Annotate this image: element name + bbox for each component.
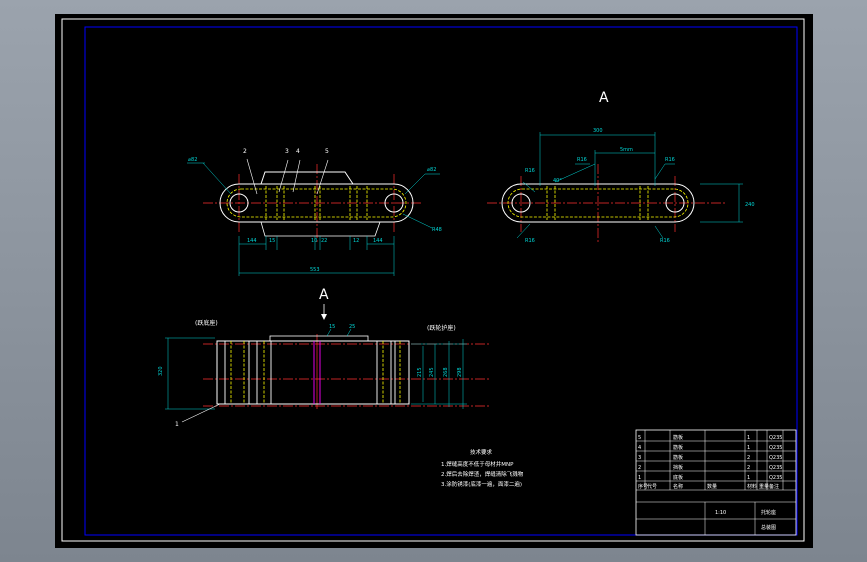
dim-a-inner: 5mm — [620, 147, 633, 153]
title-block: 5 筋板 1 Q235 4 筋板 1 Q235 3 筋板 2 Q235 2 挡板 2 Q235 1 底板 1 Q235… — [635, 429, 797, 536]
parts-cell-r3-c6: Q235 — [769, 465, 782, 471]
sheet-outer-frame — [61, 18, 805, 542]
parts-header-1: 代号 — [647, 483, 657, 490]
drawing-subtitle: 总装图 — [761, 524, 776, 531]
parts-cell-r2-c2: 筋板 — [673, 454, 683, 461]
parts-cell-r1-c6: Q235 — [769, 445, 782, 451]
balloon-4: 4 — [296, 148, 300, 155]
parts-cell-r2-c0: 3 — [638, 455, 641, 461]
dim-overall: 553 — [310, 267, 320, 273]
dim-a-r4: R16 — [525, 238, 535, 244]
parts-header-4: 材料 — [747, 483, 757, 490]
dim-front-h4: 298 — [457, 367, 463, 377]
parts-cell-r3-c0: 2 — [638, 465, 641, 471]
dim-d3: 10 — [311, 238, 317, 244]
dim-hole-right: ⌀82 — [427, 167, 436, 173]
parts-cell-r4-c4: 1 — [747, 475, 750, 481]
dim-front-h1: 215 — [417, 367, 423, 377]
parts-cell-r4-c6: Q235 — [769, 475, 782, 481]
parts-cell-r0-c6: Q235 — [769, 435, 782, 441]
dim-front-top1: 15 — [329, 324, 335, 330]
dim-hole-left: ⌀82 — [188, 157, 197, 163]
dim-a-height: 240 — [745, 202, 755, 208]
drawing-title: 托轮座 — [761, 509, 776, 516]
parts-cell-r2-c6: Q235 — [769, 455, 782, 461]
dim-d2: 15 — [269, 238, 275, 244]
front-view: (跃底座) (跃轮护座) 1 320 215 245 268 298 15 25 — [158, 319, 491, 428]
parts-cell-r1-c2: 筋板 — [673, 444, 683, 451]
parts-cell-r4-c0: 1 — [638, 475, 641, 481]
notes-line-2: 2.焊后去除焊渣，焊缝清除飞溅物 — [441, 470, 524, 478]
dim-a-r5: R16 — [660, 238, 670, 244]
dim-d6: 144 — [373, 238, 383, 244]
parts-header-6: 备注 — [769, 483, 779, 490]
dim-a-r2: R16 — [665, 157, 675, 163]
cad-viewport[interactable]: 2 3 4 5 ⌀82 ⌀82 R48 553 144 15 10 22 12 … — [55, 14, 813, 548]
dim-d4: 22 — [321, 238, 327, 244]
technical-notes: 技术要求 1.焊缝高度不低于母材并MNP 2.焊后去除焊渣，焊缝清除飞溅物 3.… — [441, 448, 524, 488]
parts-cell-r1-c4: 1 — [747, 445, 750, 451]
dim-radius: R48 — [432, 227, 442, 233]
parts-cell-r1-c0: 4 — [638, 445, 641, 451]
balloon-5: 5 — [325, 148, 329, 155]
front-right-caption: (跃轮护座) — [427, 324, 456, 332]
dim-front-top2: 25 — [349, 324, 355, 330]
dim-d5: 12 — [353, 238, 359, 244]
parts-cell-r3-c4: 2 — [747, 465, 750, 471]
parts-cell-r2-c4: 2 — [747, 455, 750, 461]
dim-front-height: 320 — [158, 366, 164, 376]
view-a: A 300 5mm 240 R16 R16 R16 R16 R16 40° — [487, 90, 755, 244]
front-left-caption: (跃底座) — [195, 319, 218, 327]
balloon-3: 3 — [285, 148, 289, 155]
dim-front-h3: 268 — [443, 367, 449, 377]
parts-cell-r0-c2: 筋板 — [673, 434, 683, 441]
parts-header-2: 名称 — [673, 483, 683, 490]
parts-header-5: 重量 — [759, 483, 769, 490]
parts-cell-r0-c0: 5 — [638, 435, 641, 441]
balloon-2: 2 — [243, 148, 247, 155]
drawing-scale: 1:10 — [715, 510, 726, 516]
balloon-1: 1 — [175, 421, 179, 428]
dim-a-angle: 40° — [553, 178, 562, 184]
dim-d1: 144 — [247, 238, 257, 244]
parts-cell-r3-c2: 挡板 — [673, 464, 683, 471]
dim-a-r3: R16 — [525, 168, 535, 174]
dim-a-width: 300 — [593, 128, 603, 134]
parts-cell-r4-c2: 底板 — [673, 474, 683, 481]
section-marker: A — [319, 287, 329, 303]
notes-title: 技术要求 — [470, 448, 493, 456]
parts-cell-r0-c4: 1 — [747, 435, 750, 441]
plan-view: 2 3 4 5 ⌀82 ⌀82 R48 553 144 15 10 22 12 … — [187, 148, 442, 276]
sheet-inner-border — [84, 26, 798, 536]
view-a-title: A — [599, 90, 609, 106]
parts-header-3: 数量 — [707, 483, 717, 490]
cad-drawing: 2 3 4 5 ⌀82 ⌀82 R48 553 144 15 10 22 12 … — [61, 18, 805, 542]
dim-front-h2: 245 — [429, 367, 435, 377]
dim-a-r1: R16 — [577, 157, 587, 163]
notes-line-1: 1.焊缝高度不低于母材并MNP — [441, 460, 514, 468]
notes-line-3: 3.涂防锈漆(底漆一遍，面漆二遍) — [441, 480, 522, 488]
